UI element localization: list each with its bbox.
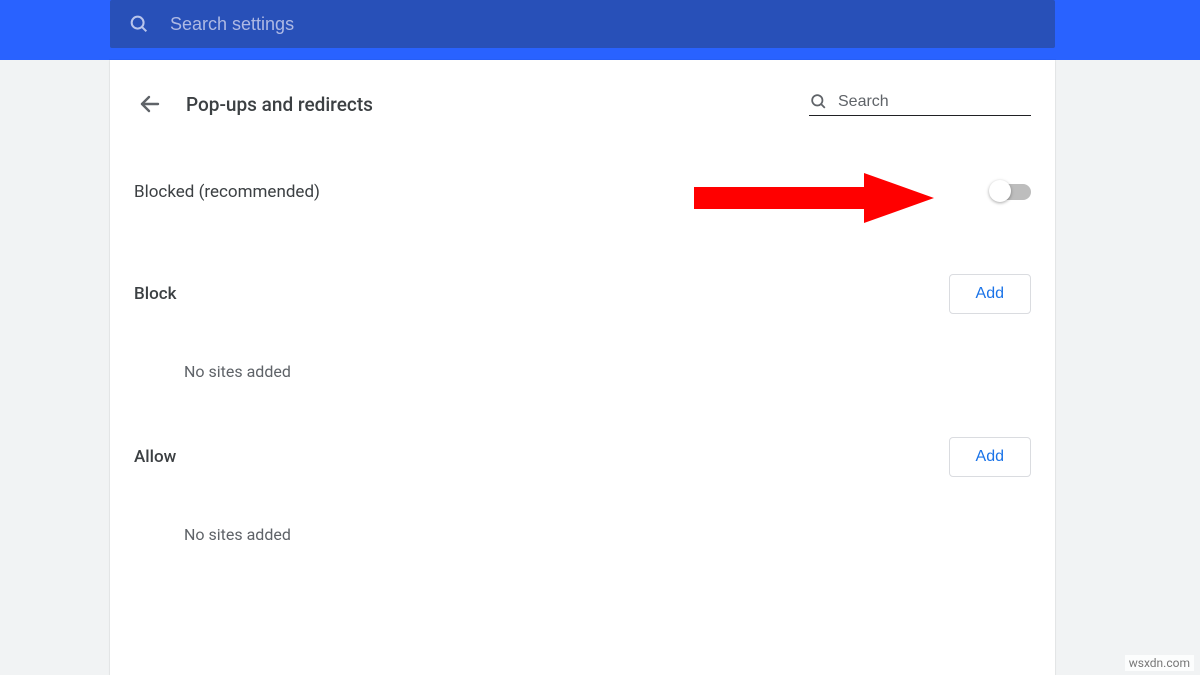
search-icon	[809, 92, 828, 111]
global-search-bar[interactable]	[110, 0, 1055, 48]
back-button[interactable]	[134, 88, 166, 120]
watermark: wsxdn.com	[1125, 655, 1194, 671]
allow-section-title: Allow	[134, 447, 176, 467]
toggle-knob	[989, 180, 1011, 202]
blocked-toggle[interactable]	[991, 184, 1031, 200]
settings-panel: Pop-ups and redirects Blocked (recommend…	[110, 60, 1055, 675]
page-title: Pop-ups and redirects	[186, 93, 373, 116]
allow-empty-message: No sites added	[134, 525, 1031, 544]
inline-search[interactable]	[809, 92, 1031, 116]
block-empty-message: No sites added	[134, 362, 1031, 381]
allow-add-button[interactable]: Add	[949, 437, 1031, 477]
allow-section: Allow Add No sites added	[134, 437, 1031, 544]
panel-header: Pop-ups and redirects	[134, 88, 1031, 120]
global-search-input[interactable]	[170, 14, 1037, 35]
blocked-toggle-row: Blocked (recommended)	[134, 180, 1031, 202]
block-section: Block Add No sites added	[134, 274, 1031, 381]
search-icon	[128, 13, 150, 35]
top-banner	[0, 0, 1200, 60]
inline-search-input[interactable]	[838, 93, 1031, 111]
blocked-toggle-label: Blocked (recommended)	[134, 182, 320, 202]
block-add-button[interactable]: Add	[949, 274, 1031, 314]
block-section-title: Block	[134, 284, 176, 304]
